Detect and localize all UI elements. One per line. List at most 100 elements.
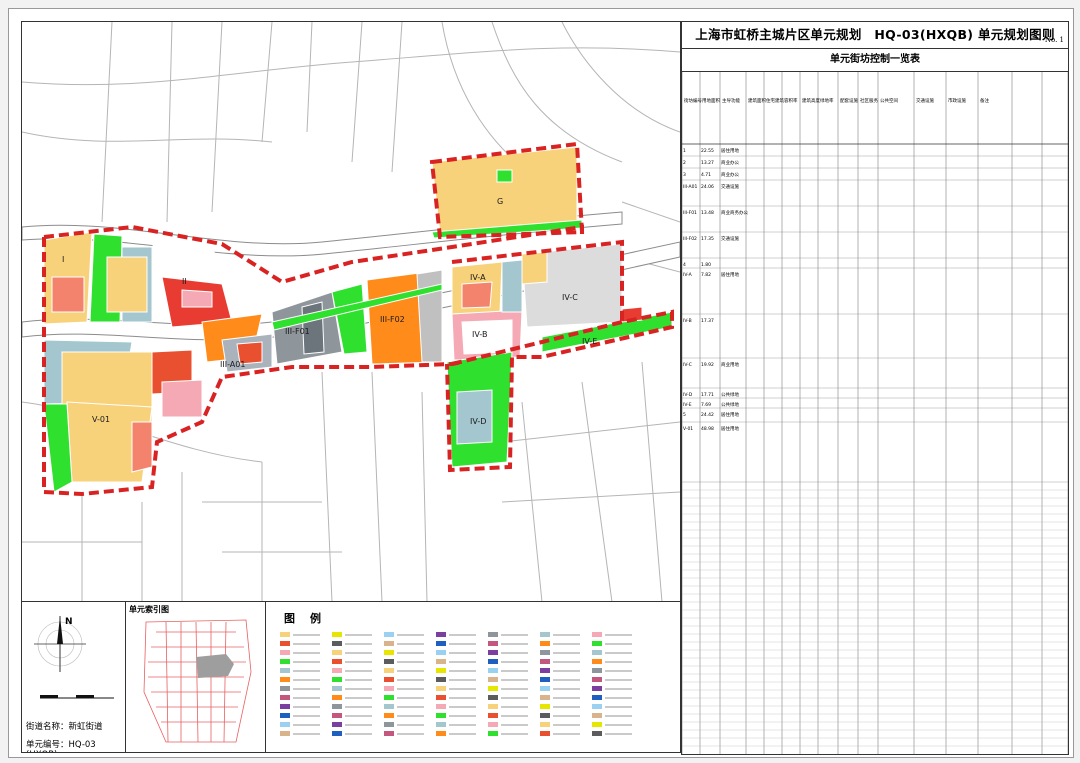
legend-swatch <box>332 686 342 691</box>
legend-swatch <box>384 668 394 673</box>
label-block-iv-e: IV-E <box>582 337 597 346</box>
bottom-info: N 街道名称：新虹街道 街道名称：新虹街道 单元编号：HQ-03 (HXQB) … <box>21 601 681 753</box>
label-block-iii-a01: III-A01 <box>220 360 245 369</box>
legend-swatch <box>488 659 498 664</box>
legend-swatch <box>332 731 342 736</box>
legend-swatch <box>332 713 342 718</box>
planning-map[interactable]: I II III-A01 III-F01 III-F02 IV-A IV-B I… <box>21 21 681 603</box>
table-cell-id: III-F01 <box>683 210 697 216</box>
legend-swatch <box>436 659 446 664</box>
table-cell-id: 3 <box>683 172 686 178</box>
legend-swatch <box>436 731 446 736</box>
table-header-cell: 公共空间 <box>880 97 898 104</box>
legend-swatch <box>592 695 602 700</box>
legend-swatch <box>280 731 290 736</box>
table-cell-id: V-01 <box>683 426 693 432</box>
table-header-cell: 建筑高度 <box>802 97 820 104</box>
legend-swatch <box>384 713 394 718</box>
legend-swatch <box>280 695 290 700</box>
table-header-cell: 容积率 <box>784 97 798 104</box>
table-cell-area: 19.92 <box>701 362 714 368</box>
table-cell-func: 商业商务办公 <box>721 209 748 216</box>
table-header-cell: 配套设施 <box>840 97 858 104</box>
north-label: N <box>65 617 73 627</box>
land-use-parcels <box>43 146 673 493</box>
legend-swatch <box>280 677 290 682</box>
table-cell-area: 1.80 <box>701 262 711 268</box>
label-block-iv-a: IV-A <box>470 273 486 282</box>
legend-swatch <box>436 632 446 637</box>
legend-swatch <box>280 650 290 655</box>
table-cell-id: 4 <box>683 262 686 268</box>
table-cell-id: III-F02 <box>683 236 697 242</box>
table-cell-area: 48.98 <box>701 426 714 432</box>
legend-swatch <box>332 695 342 700</box>
legend-swatch <box>488 731 498 736</box>
legend-swatch <box>488 686 498 691</box>
table-cell-func: 居住用地 <box>721 147 739 154</box>
table-header-cell: 用地面积 <box>702 97 720 104</box>
legend-swatch <box>540 659 550 664</box>
table-cell-area: 22.55 <box>701 148 714 154</box>
table-cell-area: 17.37 <box>701 318 714 324</box>
table-cell-func: 商业办公 <box>721 159 739 166</box>
legend-swatch <box>436 713 446 718</box>
legend-swatch <box>280 686 290 691</box>
unit-code-label: 单元编号：HQ-03 (HXQB) <box>26 740 96 752</box>
label-block-iv-b: IV-B <box>472 330 487 339</box>
table-cell-func: 居住用地 <box>721 271 739 278</box>
legend-swatch <box>280 632 290 637</box>
legend-swatch <box>592 731 602 736</box>
legend-swatch <box>592 686 602 691</box>
legend-swatch <box>488 668 498 673</box>
legend-swatch <box>540 641 550 646</box>
legend-swatch <box>592 641 602 646</box>
table-header-cell: 市政设施 <box>948 97 966 104</box>
legend-swatch <box>280 659 290 664</box>
index-map-title: 单元索引图 <box>129 605 169 614</box>
legend-swatch <box>592 704 602 709</box>
legend-swatch <box>280 704 290 709</box>
table-header-cell: 主导功能 <box>722 97 740 104</box>
legend-title: 图 例 <box>284 612 323 625</box>
table-header-cell: 绿地率 <box>820 97 834 104</box>
table-cell-func: 公共绿地 <box>721 401 739 408</box>
legend-swatch <box>332 659 342 664</box>
legend-swatch <box>540 686 550 691</box>
table-cell-id: 1 <box>683 148 686 154</box>
legend-swatch <box>592 632 602 637</box>
table-cell-func: 交通设施 <box>721 235 739 242</box>
label-block-v-01: V-01 <box>92 415 110 424</box>
table-cell-id: 2 <box>683 160 686 166</box>
legend-swatch <box>488 695 498 700</box>
table-cell-id: IV-E <box>683 402 692 408</box>
index-map-panel: 单元索引图 <box>125 601 267 753</box>
table-cell-id: III-A01 <box>683 184 697 190</box>
legend-swatch <box>332 722 342 727</box>
table-cell-area: 24.06 <box>701 184 714 190</box>
legend-swatch <box>384 632 394 637</box>
legend-swatch <box>488 632 498 637</box>
legend-swatch <box>436 722 446 727</box>
table-cell-id: 5 <box>683 412 686 418</box>
legend-swatch <box>384 722 394 727</box>
table-cell-func: 商业用地 <box>721 361 739 368</box>
legend-swatch <box>592 722 602 727</box>
legend-swatch <box>488 722 498 727</box>
table-cell-area: 7.69 <box>701 402 711 408</box>
table-cell-id: IV-A <box>683 272 693 278</box>
legend-swatch <box>332 641 342 646</box>
legend-swatch <box>488 650 498 655</box>
sheet-title: 上海市虹桥主城片区单元规划 HQ-03(HXQB) 单元规划图则 <box>682 22 1068 49</box>
legend-swatch <box>384 695 394 700</box>
map-canvas: I II III-A01 III-F01 III-F02 IV-A IV-B I… <box>22 22 680 602</box>
title-panel: 上海市虹桥主城片区单元规划 HQ-03(HXQB) 单元规划图则 No. 1 单… <box>681 21 1069 755</box>
legend-swatch <box>592 677 602 682</box>
table-header-cell: 建筑面积 <box>748 97 766 104</box>
legend-swatch <box>280 722 290 727</box>
legend-swatch <box>436 686 446 691</box>
label-block-iv-d: IV-D <box>470 417 486 426</box>
legend-swatch <box>384 731 394 736</box>
legend-swatch <box>540 668 550 673</box>
legend-swatch <box>488 713 498 718</box>
